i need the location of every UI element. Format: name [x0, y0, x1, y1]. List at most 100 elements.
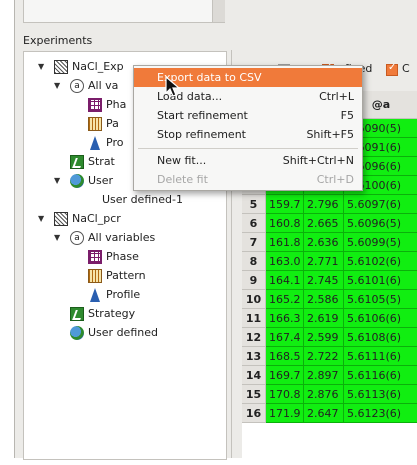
menu-item-stop-refinement[interactable]: Stop refinement Shift+F5 — [134, 125, 362, 144]
row-header[interactable]: 12 — [242, 328, 266, 347]
menu-item-start-refinement[interactable]: Start refinement F5 — [134, 106, 362, 125]
top-list-remnant — [23, 0, 225, 23]
row-header[interactable]: 5 — [242, 195, 266, 214]
tree-item-label: All va — [88, 79, 119, 92]
table-cell[interactable]: 5.6099(5) — [344, 233, 417, 252]
tree-item-label: User defined-1 — [102, 193, 183, 206]
phase-icon — [88, 250, 102, 264]
tree-item-strategy-2[interactable]: Strategy — [70, 305, 135, 323]
phase-icon — [88, 98, 102, 112]
pattern-icon — [88, 269, 102, 283]
tree-item-profile-2[interactable]: Profile — [88, 286, 140, 304]
top-panel-strip — [15, 0, 417, 30]
table-cell[interactable]: 2.771 — [304, 252, 344, 271]
tree-item-all-variables-2[interactable]: a All variables — [70, 229, 155, 247]
table-cell[interactable]: 5.6101(6) — [344, 271, 417, 290]
row-header[interactable]: 6 — [242, 214, 266, 233]
variables-icon: a — [70, 79, 84, 93]
table-cell[interactable]: 5.6116(6) — [344, 366, 417, 385]
table-cell[interactable]: 170.8 — [266, 385, 304, 404]
top-scrollbar[interactable] — [212, 0, 225, 22]
row-header[interactable]: 13 — [242, 347, 266, 366]
table-cell[interactable]: 163.0 — [266, 252, 304, 271]
expander-triangle-icon[interactable]: ▼ — [38, 58, 48, 76]
table-cell[interactable]: 2.665 — [304, 214, 344, 233]
experiment-icon — [54, 60, 68, 74]
tree-item-all-variables-1[interactable]: a All va — [70, 77, 118, 95]
tree-item-label: Pattern — [106, 269, 146, 282]
mouse-pointer-icon — [165, 76, 181, 97]
table-cell[interactable]: 169.7 — [266, 366, 304, 385]
table-cell[interactable]: 167.4 — [266, 328, 304, 347]
tree-item-label: All variables — [88, 231, 156, 244]
table-cell[interactable]: 2.647 — [304, 404, 344, 423]
row-header[interactable]: 10 — [242, 290, 266, 309]
row-header[interactable]: 16 — [242, 404, 266, 423]
table-cell[interactable]: 5.6106(6) — [344, 309, 417, 328]
tree-item-label: Pha — [106, 98, 127, 111]
tree-item-pattern-2[interactable]: Pattern — [88, 267, 146, 285]
expander-triangle-icon[interactable]: ▼ — [38, 210, 48, 228]
table-cell[interactable]: 5.6105(5) — [344, 290, 417, 309]
tree-item-experiment-2[interactable]: NaCl_pcr — [54, 210, 121, 228]
tree-item-label: Strategy — [88, 307, 136, 320]
table-cell[interactable]: 5.6111(6) — [344, 347, 417, 366]
expander-triangle-icon[interactable]: ▼ — [54, 172, 64, 190]
strategy-icon — [70, 307, 84, 321]
table-cell[interactable]: 2.876 — [304, 385, 344, 404]
table-cell[interactable]: 5.6102(6) — [344, 252, 417, 271]
table-cell[interactable]: 164.1 — [266, 271, 304, 290]
tree-item-phase-2[interactable]: Phase — [88, 248, 139, 266]
tree-item-label: User — [88, 174, 114, 187]
table-cell[interactable]: 2.796 — [304, 195, 344, 214]
table-cell[interactable]: 2.586 — [304, 290, 344, 309]
expander-triangle-icon[interactable]: ▼ — [54, 77, 64, 95]
tree-item-label: Strat — [88, 155, 115, 168]
row-header[interactable]: 11 — [242, 309, 266, 328]
pattern-icon — [88, 117, 102, 131]
menu-item-new-fit[interactable]: New fit... Shift+Ctrl+N — [134, 151, 362, 170]
table-cell[interactable]: 2.745 — [304, 271, 344, 290]
row-header[interactable]: 14 — [242, 366, 266, 385]
table-cell[interactable]: 161.8 — [266, 233, 304, 252]
table-cell[interactable]: 160.8 — [266, 214, 304, 233]
table-cell[interactable]: 2.722 — [304, 347, 344, 366]
table-cell[interactable]: 2.599 — [304, 328, 344, 347]
table-cell[interactable]: 165.2 — [266, 290, 304, 309]
tree-item-label: NaCl_Exp — [72, 60, 124, 73]
table-cell[interactable]: 171.9 — [266, 404, 304, 423]
tree-item-profile-1[interactable]: Pro — [88, 134, 123, 152]
expander-triangle-icon[interactable]: ▼ — [54, 229, 64, 247]
table-cell[interactable]: 2.636 — [304, 233, 344, 252]
table-cell[interactable]: 5.6113(6) — [344, 385, 417, 404]
tree-item-phase-1[interactable]: Pha — [88, 96, 126, 114]
table-cell[interactable]: 2.619 — [304, 309, 344, 328]
table-cell[interactable]: 2.897 — [304, 366, 344, 385]
tree-item-label: Pro — [106, 136, 124, 149]
table-cell[interactable]: 5.6123(6) — [344, 404, 417, 423]
tree-item-user-defined-sub[interactable]: User defined-1 — [102, 191, 183, 209]
table-cell[interactable]: 159.7 — [266, 195, 304, 214]
tree-item-label: NaCl_pcr — [72, 212, 121, 225]
tree-item-user-defined-2[interactable]: User defined — [70, 324, 158, 342]
table-cell[interactable]: 5.6096(5) — [344, 214, 417, 233]
tree-item-pattern-1[interactable]: Pa — [88, 115, 119, 133]
tree-item-experiment-1[interactable]: NaCl_Exp — [54, 58, 124, 76]
experiments-panel-title: Experiments — [23, 34, 93, 47]
profile-icon — [90, 288, 100, 302]
tree-item-user-defined-1[interactable]: User — [70, 172, 113, 190]
experiment-icon — [54, 212, 68, 226]
tree-item-strategy-1[interactable]: Strat — [70, 153, 115, 171]
menu-item-delete-fit: Delete fit Ctrl+D — [157, 173, 354, 186]
tree-item-label: Pa — [106, 117, 119, 130]
table-cell[interactable]: 5.6108(6) — [344, 328, 417, 347]
row-header[interactable]: 9 — [242, 271, 266, 290]
variables-icon: a — [70, 231, 84, 245]
filter-checkbox-3[interactable] — [386, 62, 398, 76]
row-header[interactable]: 7 — [242, 233, 266, 252]
row-header[interactable]: 15 — [242, 385, 266, 404]
table-cell[interactable]: 166.3 — [266, 309, 304, 328]
table-cell[interactable]: 5.6097(6) — [344, 195, 417, 214]
row-header[interactable]: 8 — [242, 252, 266, 271]
table-cell[interactable]: 168.5 — [266, 347, 304, 366]
